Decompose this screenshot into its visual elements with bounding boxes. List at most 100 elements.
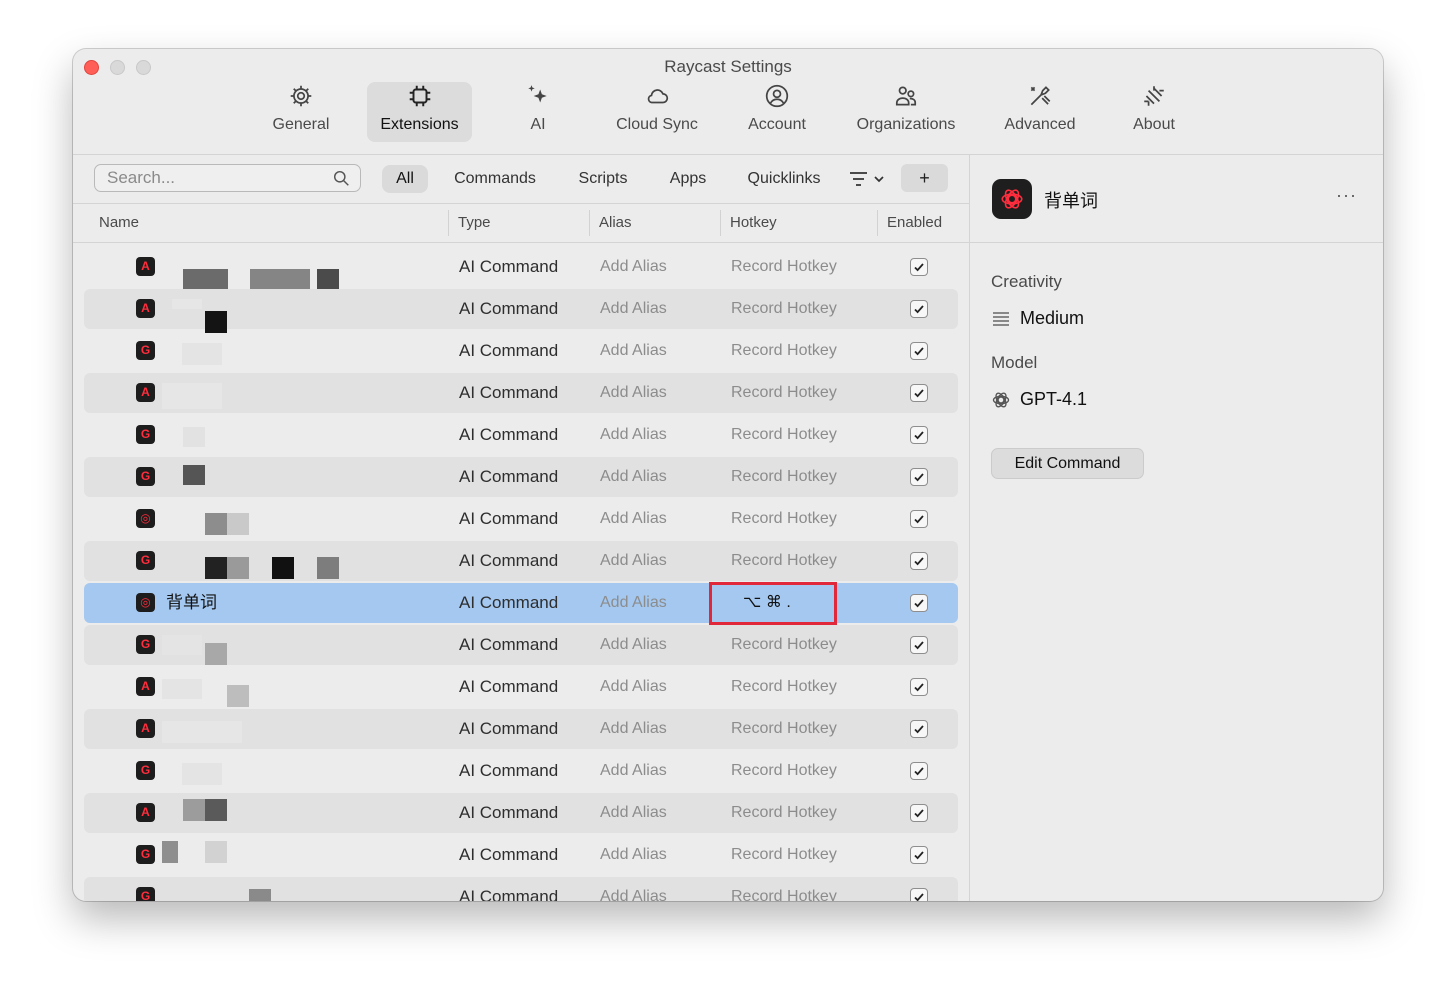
- table-row[interactable]: A AI Command Add Alias Record Hotkey: [84, 247, 958, 291]
- add-alias-field[interactable]: Add Alias: [600, 415, 667, 455]
- record-hotkey-field[interactable]: Record Hotkey: [731, 751, 837, 791]
- record-hotkey-field[interactable]: Record Hotkey: [731, 331, 837, 371]
- add-alias-field[interactable]: Add Alias: [600, 667, 667, 707]
- column-hotkey[interactable]: Hotkey: [730, 204, 777, 242]
- row-type: AI Command: [459, 551, 559, 570]
- enabled-checkbox[interactable]: [910, 846, 928, 864]
- tab-extensions[interactable]: Extensions: [367, 82, 472, 142]
- filter-scripts[interactable]: Scripts: [568, 165, 638, 193]
- record-hotkey-field[interactable]: Record Hotkey: [731, 457, 837, 497]
- add-alias-field[interactable]: Add Alias: [600, 541, 667, 581]
- enabled-checkbox[interactable]: [910, 552, 928, 570]
- add-alias-field[interactable]: Add Alias: [600, 247, 667, 287]
- enabled-checkbox[interactable]: [910, 594, 928, 612]
- add-button[interactable]: +: [901, 164, 948, 192]
- record-hotkey-field[interactable]: Record Hotkey: [731, 835, 837, 875]
- tab-about[interactable]: About: [1123, 82, 1185, 142]
- add-alias-field[interactable]: Add Alias: [600, 499, 667, 539]
- enabled-checkbox[interactable]: [910, 384, 928, 402]
- add-alias-field[interactable]: Add Alias: [600, 751, 667, 791]
- row-type: AI Command: [459, 593, 559, 612]
- enabled-checkbox[interactable]: [910, 720, 928, 738]
- record-hotkey-field[interactable]: Record Hotkey: [731, 877, 837, 901]
- record-hotkey-field[interactable]: Record Hotkey: [731, 373, 837, 413]
- table-row[interactable]: G AI Command Add Alias Record Hotkey: [84, 751, 958, 791]
- record-hotkey-field[interactable]: Record Hotkey: [731, 709, 837, 749]
- table-row[interactable]: G AI Command Add Alias Record Hotkey: [84, 835, 958, 875]
- add-alias-field[interactable]: Add Alias: [600, 793, 667, 833]
- record-hotkey-field[interactable]: Record Hotkey: [731, 541, 837, 581]
- enabled-checkbox[interactable]: [910, 258, 928, 276]
- checkmark-icon: [914, 809, 924, 818]
- enabled-checkbox[interactable]: [910, 762, 928, 780]
- enabled-checkbox[interactable]: [910, 426, 928, 444]
- add-alias-field[interactable]: Add Alias: [600, 835, 667, 875]
- column-alias[interactable]: Alias: [599, 204, 632, 242]
- table-row[interactable]: A AI Command Add Alias Record Hotkey: [84, 289, 958, 333]
- enabled-checkbox[interactable]: [910, 804, 928, 822]
- hotkey-value[interactable]: ⌥ ⌘ .: [743, 583, 791, 623]
- filter-quicklinks[interactable]: Quicklinks: [739, 165, 829, 193]
- record-hotkey-field[interactable]: Record Hotkey: [731, 667, 837, 707]
- table-row[interactable]: ◎ AI Command Add Alias Record Hotkey: [84, 499, 958, 539]
- column-name[interactable]: Name: [99, 204, 139, 242]
- checkmark-icon: [914, 641, 924, 650]
- more-button[interactable]: ···: [1336, 185, 1357, 206]
- record-hotkey-field[interactable]: Record Hotkey: [731, 289, 837, 329]
- add-alias-field[interactable]: Add Alias: [600, 625, 667, 665]
- column-enabled[interactable]: Enabled: [887, 204, 942, 242]
- tab-account[interactable]: Account: [739, 82, 815, 142]
- table-row[interactable]: A AI Command Add Alias Record Hotkey: [84, 667, 958, 707]
- enabled-checkbox[interactable]: [910, 510, 928, 528]
- enabled-checkbox[interactable]: [910, 300, 928, 318]
- table-row[interactable]: G AI Command Add Alias Record Hotkey: [84, 877, 958, 901]
- add-alias-field[interactable]: Add Alias: [600, 289, 667, 329]
- record-hotkey-field[interactable]: Record Hotkey: [731, 625, 837, 665]
- table-row[interactable]: A AI Command Add Alias Record Hotkey: [84, 793, 958, 833]
- model-value[interactable]: GPT-4.1: [1020, 389, 1087, 410]
- openai-icon: ◎: [136, 509, 155, 528]
- enabled-checkbox[interactable]: [910, 678, 928, 696]
- record-hotkey-field[interactable]: Record Hotkey: [731, 415, 837, 455]
- table-row[interactable]: G AI Command Add Alias Record Hotkey: [84, 415, 958, 455]
- pixelated-block: [249, 889, 271, 901]
- gear-icon: [290, 85, 312, 107]
- add-alias-field[interactable]: Add Alias: [600, 373, 667, 413]
- checkmark-icon: [914, 683, 924, 692]
- enabled-checkbox[interactable]: [910, 888, 928, 901]
- add-alias-field[interactable]: Add Alias: [600, 877, 667, 901]
- add-alias-field[interactable]: Add Alias: [600, 709, 667, 749]
- creativity-value[interactable]: Medium: [1020, 308, 1084, 329]
- column-type[interactable]: Type: [458, 204, 491, 242]
- table-row[interactable]: A AI Command Add Alias Record Hotkey: [84, 373, 958, 413]
- search-input[interactable]: Search...: [94, 164, 361, 192]
- pixelated-block: [162, 841, 178, 863]
- tab-advanced[interactable]: Advanced: [993, 82, 1087, 142]
- checkmark-icon: [914, 599, 924, 608]
- pixelated-block: [162, 383, 222, 409]
- add-alias-field[interactable]: Add Alias: [600, 331, 667, 371]
- enabled-checkbox[interactable]: [910, 468, 928, 486]
- edit-command-button[interactable]: Edit Command: [991, 448, 1144, 479]
- table-row[interactable]: A AI Command Add Alias Record Hotkey: [84, 709, 958, 749]
- tab-organizations[interactable]: Organizations: [849, 82, 963, 142]
- table-row[interactable]: G AI Command Add Alias Record Hotkey: [84, 457, 958, 497]
- filter-all[interactable]: All: [382, 165, 428, 193]
- record-hotkey-field[interactable]: Record Hotkey: [731, 499, 837, 539]
- add-alias-field[interactable]: Add Alias: [600, 583, 667, 623]
- record-hotkey-field[interactable]: Record Hotkey: [731, 247, 837, 287]
- add-alias-field[interactable]: Add Alias: [600, 457, 667, 497]
- table-row[interactable]: G AI Command Add Alias Record Hotkey: [84, 625, 958, 665]
- filter-commands[interactable]: Commands: [445, 165, 545, 193]
- tab-ai[interactable]: AI: [513, 82, 563, 142]
- sort-menu-icon[interactable]: [848, 168, 886, 190]
- filter-apps[interactable]: Apps: [660, 165, 716, 193]
- table-row[interactable]: ◎ 背单词 AI Command Add Alias ⌥ ⌘ .: [84, 582, 958, 625]
- enabled-checkbox[interactable]: [910, 342, 928, 360]
- record-hotkey-field[interactable]: Record Hotkey: [731, 793, 837, 833]
- table-row[interactable]: G AI Command Add Alias Record Hotkey: [84, 541, 958, 581]
- tab-cloud-sync[interactable]: Cloud Sync: [605, 82, 709, 142]
- tab-general[interactable]: General: [263, 82, 339, 142]
- table-row[interactable]: G AI Command Add Alias Record Hotkey: [84, 331, 958, 371]
- enabled-checkbox[interactable]: [910, 636, 928, 654]
